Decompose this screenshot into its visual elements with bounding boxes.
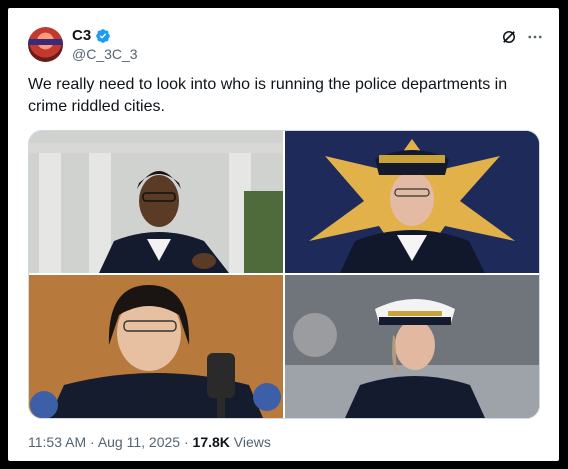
tweet-time[interactable]: 11:53 AM xyxy=(28,434,86,450)
media-photo-2[interactable] xyxy=(285,131,539,273)
author-name-row: C3 xyxy=(72,27,111,44)
grok-icon[interactable] xyxy=(500,28,518,46)
media-photo-3[interactable] xyxy=(29,275,283,418)
meta-separator: · xyxy=(90,434,95,450)
views-count: 17.8K xyxy=(192,434,230,450)
meta-separator-2: · xyxy=(183,434,189,450)
media-photo-1[interactable] xyxy=(29,131,283,273)
tweet-date[interactable]: Aug 11, 2025 xyxy=(98,434,180,450)
avatar[interactable] xyxy=(28,27,63,62)
tweet-text: We really need to look into who is runni… xyxy=(28,76,508,115)
tweet-card: C3 @C_3C_3 We really need to look into w… xyxy=(8,8,559,461)
photo-3-illustration xyxy=(29,275,283,418)
author-display-name[interactable]: C3 xyxy=(72,27,91,44)
author-handle[interactable]: @C_3C_3 xyxy=(72,46,138,62)
photo-1-illustration xyxy=(29,131,283,273)
more-options-icon[interactable] xyxy=(526,28,544,46)
tweet-meta: 11:53 AM · Aug 11, 2025 · 17.8K Views xyxy=(28,434,271,450)
photo-4-illustration xyxy=(285,275,539,418)
views-label: Views xyxy=(233,434,271,450)
photo-2-illustration xyxy=(285,131,539,273)
media-photo-4[interactable] xyxy=(285,275,539,418)
media-grid xyxy=(28,130,540,419)
verified-badge-icon xyxy=(96,28,111,43)
